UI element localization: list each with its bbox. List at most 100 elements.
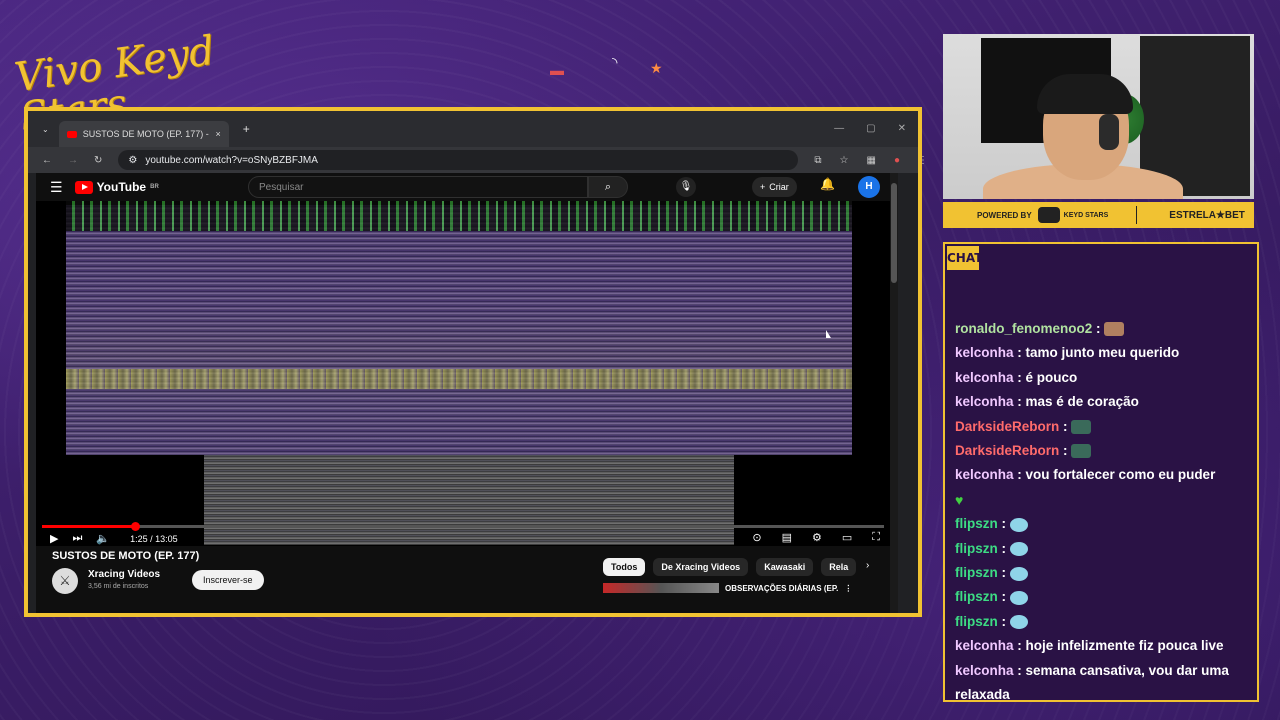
browser-tab-title: SUSTOS DE MOTO (EP. 177) - Y xyxy=(82,129,210,139)
recommended-video[interactable]: OBSERVAÇÕES DIÁRIAS (EP. ⋮ xyxy=(603,583,852,593)
chat-message: flipszn : xyxy=(955,610,1255,634)
chat-username[interactable]: DarksideReborn xyxy=(955,419,1059,434)
chip[interactable]: Kawasaki xyxy=(756,558,814,576)
address-bar[interactable]: ⚙ youtube.com/watch?v=oSNyBZBFJMA xyxy=(118,150,799,170)
create-button[interactable]: + Criar xyxy=(752,177,797,197)
youtube-header: ☰ YouTube BR Pesquisar ⌕ 🎙 + Criar 🔔 H xyxy=(36,173,898,201)
cast-icon[interactable]: ⧉ xyxy=(814,155,821,166)
autoplay-toggle-icon[interactable]: ⊙ xyxy=(752,531,761,544)
video-frame-top xyxy=(66,201,852,231)
chevron-down-icon[interactable]: ⌄ xyxy=(42,125,49,134)
menu-icon[interactable]: ⋮ xyxy=(918,155,928,166)
browser-tab[interactable]: SUSTOS DE MOTO (EP. 177) - Y × xyxy=(58,121,229,147)
extensions-icon[interactable]: ▦ xyxy=(867,155,876,166)
chevron-right-icon[interactable]: › xyxy=(866,560,869,571)
chat-message: flipszn : xyxy=(955,561,1255,585)
chat-message: kelconha : semana cansativa, vou dar uma… xyxy=(955,662,1229,703)
chat-message: kelconha : hoje infelizmente fiz pouca l… xyxy=(955,638,1224,654)
pc-emote-icon xyxy=(1071,420,1092,435)
bookmark-star-icon[interactable]: ☆ xyxy=(840,155,849,166)
face-emote-icon xyxy=(1104,322,1125,337)
time-display: 1:25 / 13:05 xyxy=(130,533,178,544)
chat-username[interactable]: kelconha xyxy=(955,663,1014,678)
create-label: Criar xyxy=(769,182,789,192)
chip[interactable]: Todos xyxy=(603,558,646,576)
video-frame xyxy=(66,205,852,455)
webcam-person-cap xyxy=(1037,74,1133,114)
user-avatar[interactable]: H xyxy=(858,176,880,198)
ghost-emote-icon xyxy=(1009,590,1028,605)
address-bar-actions: ⧉ ☆ ▦ ● ⋮ xyxy=(814,155,928,166)
reload-icon[interactable]: ↻ xyxy=(94,155,102,166)
chat-username[interactable]: flipszn xyxy=(955,614,998,629)
chat-message: kelconha : é pouco xyxy=(955,369,1078,385)
chip[interactable]: Rela xyxy=(821,558,857,576)
next-icon[interactable]: ⏭ xyxy=(72,532,82,545)
chat-username[interactable]: flipszn xyxy=(955,565,998,580)
subscribe-button[interactable]: Inscrever-se xyxy=(192,570,264,590)
chat-username[interactable]: flipszn xyxy=(955,541,998,556)
chat-message-text: mas é de coração xyxy=(1025,394,1139,410)
chat-username[interactable]: flipszn xyxy=(955,516,998,531)
channel-subscribers: 3,56 mi de inscritos xyxy=(88,583,149,590)
voice-search-icon[interactable]: 🎙 xyxy=(676,177,696,197)
scrollbar-thumb[interactable] xyxy=(891,183,897,283)
theater-mode-icon[interactable]: ▭ xyxy=(842,531,852,544)
search-icon: ⌕ xyxy=(604,180,612,193)
channel-avatar[interactable]: ⚔ xyxy=(52,568,78,594)
chat-username[interactable]: DarksideReborn xyxy=(955,443,1059,458)
chat-username[interactable]: flipszn xyxy=(955,589,998,604)
forward-icon[interactable]: → xyxy=(68,155,78,166)
subtitles-icon[interactable]: ▤ xyxy=(782,531,792,544)
chip[interactable]: De Xracing Videos xyxy=(653,558,749,576)
close-icon[interactable]: × xyxy=(215,129,220,139)
youtube-page: ☰ YouTube BR Pesquisar ⌕ 🎙 + Criar 🔔 H ▶… xyxy=(36,173,898,613)
chat-message: flipszn : xyxy=(955,585,1255,609)
player-controls-right: ⊙ ▤ ⚙ ▭ ⛶ xyxy=(752,531,880,544)
chat-username[interactable]: ronaldo_fenomenoo2 xyxy=(955,321,1092,336)
maximize-icon[interactable]: ▢ xyxy=(866,123,875,134)
site-info-icon[interactable]: ⚙ xyxy=(128,155,137,166)
channel-name[interactable]: Xracing Videos xyxy=(88,569,160,580)
chat-username[interactable]: kelconha xyxy=(955,467,1014,482)
chat-message: DarksideReborn : xyxy=(955,415,1255,439)
fullscreen-icon[interactable]: ⛶ xyxy=(872,531,880,544)
play-icon[interactable]: ▶ xyxy=(50,532,58,545)
scrollbar[interactable] xyxy=(890,173,898,613)
chat-message: kelconha : mas é de coração xyxy=(955,394,1139,410)
pc-emote-icon xyxy=(1071,444,1092,459)
youtube-logo[interactable]: YouTube BR xyxy=(74,180,159,194)
volume-icon[interactable]: 🔈 xyxy=(96,532,110,545)
ghost-emote-icon xyxy=(1009,566,1028,581)
chat-username[interactable]: kelconha xyxy=(955,638,1014,653)
window-controls: — ▢ ✕ xyxy=(834,123,906,134)
sparkle-icon: ◝ xyxy=(612,54,618,70)
chat-message-text: tamo junto meu querido xyxy=(1025,345,1180,361)
settings-gear-icon[interactable]: ⚙ xyxy=(812,531,822,544)
chat-message-text: hoje infelizmente fiz pouca live xyxy=(1025,638,1224,654)
sparkle-icon: ▬ xyxy=(550,62,564,78)
heart-emote-icon: ♥ xyxy=(955,491,964,508)
browser-tabbar: ⌄ SUSTOS DE MOTO (EP. 177) - Y × + — ▢ ✕ xyxy=(28,111,918,147)
search-button[interactable]: ⌕ xyxy=(588,176,628,198)
hamburger-menu-icon[interactable]: ☰ xyxy=(50,179,63,196)
profile-icon[interactable]: ● xyxy=(894,155,900,166)
plus-icon: + xyxy=(760,182,766,192)
browser-window: ⌄ SUSTOS DE MOTO (EP. 177) - Y × + — ▢ ✕… xyxy=(24,107,928,617)
search-input[interactable]: Pesquisar xyxy=(248,176,588,198)
chat-username[interactable]: kelconha xyxy=(955,345,1014,360)
sponsor-bar: POWERED BY KEYD STARS ESTRELA★BET xyxy=(943,202,1254,228)
video-progress-fill xyxy=(42,522,140,531)
notifications-bell-icon[interactable]: 🔔 xyxy=(820,177,835,191)
ghost-emote-icon xyxy=(1009,542,1028,557)
new-tab-button[interactable]: + xyxy=(243,122,250,136)
back-icon[interactable]: ← xyxy=(42,155,52,166)
video-progress-bar[interactable] xyxy=(42,522,884,531)
more-options-icon[interactable]: ⋮ xyxy=(844,584,852,593)
minimize-icon[interactable]: — xyxy=(834,123,844,134)
close-window-icon[interactable]: ✕ xyxy=(898,123,906,134)
related-chips: Todos De Xracing Videos Kawasaki Rela xyxy=(603,558,857,576)
chat-username[interactable]: kelconha xyxy=(955,394,1014,409)
video-player[interactable]: ▶ ⏭ 🔈 1:25 / 13:05 ⊙ ▤ ⚙ ▭ ⛶ xyxy=(36,201,890,546)
chat-username[interactable]: kelconha xyxy=(955,370,1014,385)
